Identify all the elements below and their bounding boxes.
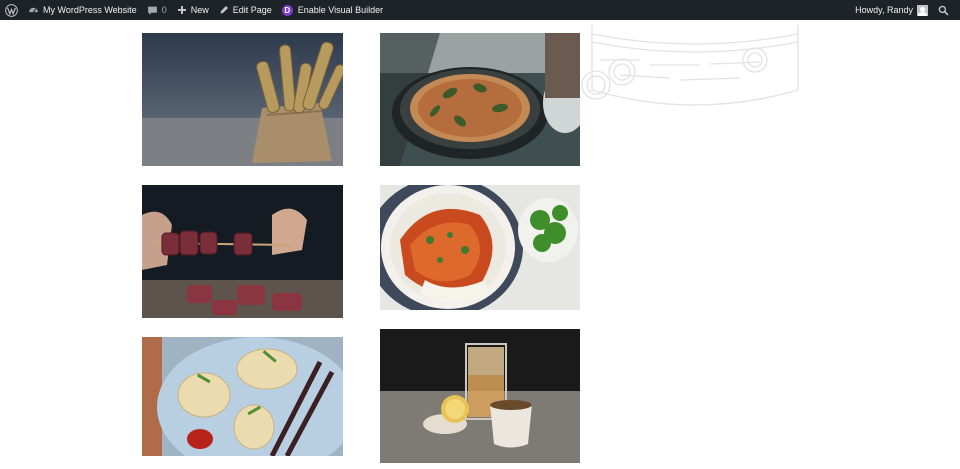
gallery-image-skewers[interactable] — [142, 185, 343, 318]
background-sketch-illustration — [581, 25, 799, 106]
pencil-icon — [220, 6, 228, 14]
site-name-link[interactable]: My WordPress Website — [23, 0, 142, 20]
comments-count: 0 — [161, 5, 167, 15]
divi-icon: D — [281, 4, 293, 16]
search-toggle[interactable] — [933, 0, 954, 20]
gallery-image-curry-rice[interactable] — [380, 185, 580, 310]
gallery-image-tea[interactable] — [380, 329, 580, 463]
dashboard-icon — [29, 7, 38, 12]
gallery-image-dumplings[interactable] — [142, 337, 343, 456]
comments-link[interactable]: 0 — [142, 0, 172, 20]
plus-icon — [177, 6, 186, 14]
new-content-menu[interactable]: New — [172, 0, 214, 20]
comment-icon — [147, 6, 157, 15]
visual-builder-label: Enable Visual Builder — [297, 5, 384, 15]
wordpress-menu[interactable] — [0, 0, 23, 20]
my-account-menu[interactable]: Howdy, Randy — [850, 0, 933, 20]
new-label: New — [190, 5, 209, 15]
site-name-label: My WordPress Website — [43, 5, 137, 15]
search-icon — [938, 5, 949, 15]
howdy-label: Howdy, Randy — [855, 5, 913, 15]
wordpress-logo-icon — [5, 3, 18, 17]
gallery-image-pizza[interactable] — [380, 33, 580, 166]
avatar — [917, 4, 928, 16]
visual-builder-button[interactable]: D Enable Visual Builder — [277, 0, 388, 20]
gallery-image-breadsticks[interactable] — [142, 33, 343, 166]
admin-bar: My WordPress Website 0 New Edit Page D E… — [0, 0, 960, 20]
edit-page-label: Edit Page — [232, 5, 272, 15]
edit-page-link[interactable]: Edit Page — [214, 0, 277, 20]
